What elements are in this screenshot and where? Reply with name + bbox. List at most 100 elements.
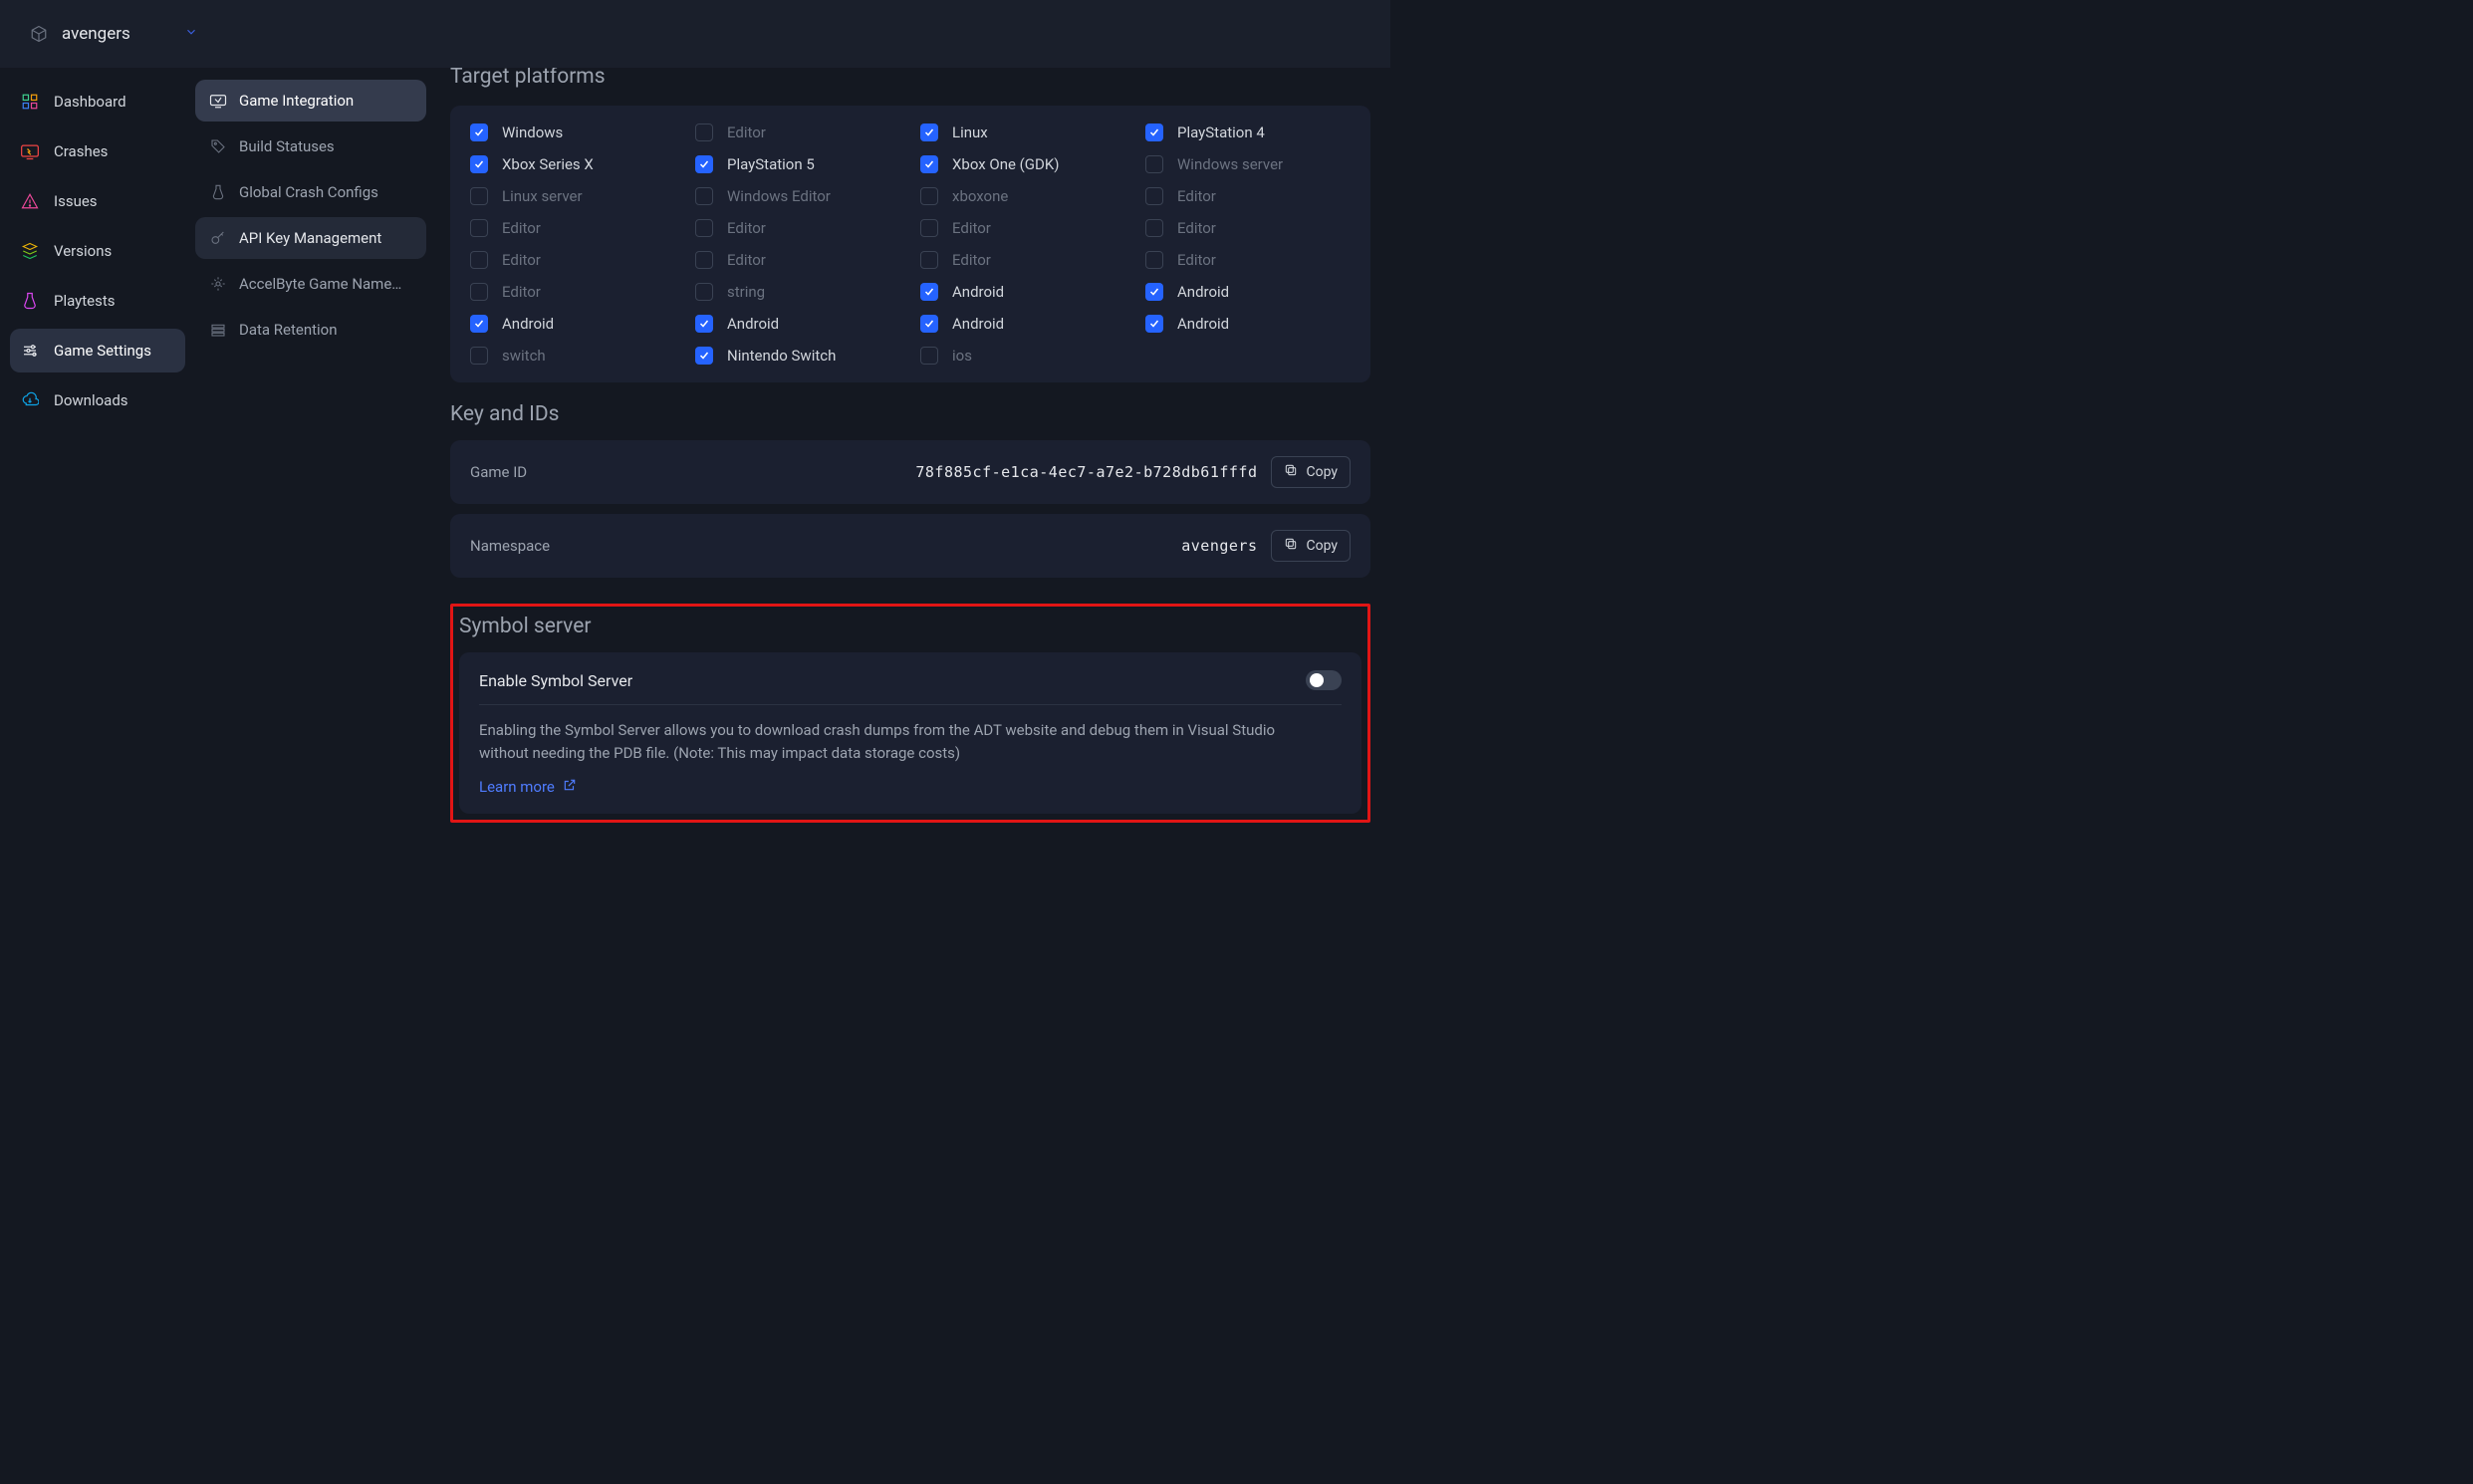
checkbox[interactable] [470,219,488,237]
checkbox[interactable] [920,124,938,141]
checkbox[interactable] [920,219,938,237]
platform-checkbox-row[interactable]: Android [920,315,1125,333]
checkbox[interactable] [470,187,488,205]
checkbox[interactable] [1145,155,1163,173]
checkbox[interactable] [695,219,713,237]
platform-checkbox-row[interactable]: Editor [695,219,900,237]
platform-label: Android [952,283,1004,301]
platform-checkbox-row[interactable]: PlayStation 5 [695,155,900,173]
sub-item-accelbyte[interactable]: AccelByte Game Name… [195,263,426,305]
platform-checkbox-row[interactable]: Linux [920,124,1125,141]
namespace-value: avengers [1181,537,1257,555]
checkbox[interactable] [470,251,488,269]
platform-label: switch [502,347,546,365]
game-id-value: 78f885cf-e1ca-4ec7-a7e2-b728db61fffd [915,463,1257,481]
checkbox[interactable] [695,124,713,141]
learn-more-link[interactable]: Learn more [479,778,1342,796]
game-id-label: Game ID [470,463,901,481]
sidebar-item-downloads[interactable]: Downloads [10,378,185,422]
sub-item-global-crash-configs[interactable]: Global Crash Configs [195,171,426,213]
platform-checkbox-row[interactable]: Nintendo Switch [695,347,900,365]
checkbox[interactable] [470,124,488,141]
platform-checkbox-row[interactable]: switch [470,347,675,365]
platform-checkbox-row[interactable]: Android [1145,315,1351,333]
chevron-down-icon[interactable] [184,25,198,43]
sidebar-item-dashboard[interactable]: Dashboard [10,80,185,124]
platform-label: Windows server [1177,155,1283,173]
copy-game-id-button[interactable]: Copy [1271,456,1351,488]
platform-checkbox-row[interactable]: Android [920,283,1125,301]
platform-checkbox-row[interactable]: Editor [470,251,675,269]
checkbox[interactable] [1145,219,1163,237]
platform-checkbox-row[interactable]: Editor [470,283,675,301]
sidebar-item-issues[interactable]: Issues [10,179,185,223]
platform-checkbox-row[interactable]: PlayStation 4 [1145,124,1351,141]
platform-checkbox-row[interactable]: xboxone [920,187,1125,205]
versions-icon [20,241,40,261]
project-name[interactable]: avengers [62,24,130,44]
checkbox[interactable] [695,187,713,205]
checkbox[interactable] [1145,124,1163,141]
copy-namespace-button[interactable]: Copy [1271,530,1351,562]
platform-checkbox-row[interactable]: Editor [1145,219,1351,237]
sub-item-data-retention[interactable]: Data Retention [195,309,426,351]
checkbox[interactable] [695,315,713,333]
section-title-symbol: Symbol server [459,615,1361,638]
checkbox[interactable] [920,283,938,301]
checkbox[interactable] [695,347,713,365]
checkbox[interactable] [695,283,713,301]
sidebar-item-label: Dashboard [54,93,126,111]
checkbox[interactable] [1145,251,1163,269]
platform-checkbox-row[interactable]: Android [1145,283,1351,301]
sidebar-item-label: Downloads [54,391,128,409]
issues-icon [20,191,40,211]
checkbox[interactable] [695,251,713,269]
platform-checkbox-row[interactable]: Editor [920,251,1125,269]
key-icon [209,229,227,247]
platform-label: Editor [502,219,541,237]
checkbox[interactable] [920,251,938,269]
checkbox[interactable] [470,283,488,301]
copy-label: Copy [1306,538,1338,554]
checkbox[interactable] [695,155,713,173]
platform-checkbox-row[interactable]: Android [470,315,675,333]
topbar: avengers [0,0,1390,68]
platform-checkbox-row[interactable]: Editor [695,124,900,141]
platform-checkbox-row[interactable]: Windows Editor [695,187,900,205]
platform-checkbox-row[interactable]: Editor [695,251,900,269]
checkbox[interactable] [1145,187,1163,205]
sidebar-item-versions[interactable]: Versions [10,229,185,273]
checkbox[interactable] [920,155,938,173]
sidebar-item-crashes[interactable]: Crashes [10,129,185,173]
platform-checkbox-row[interactable]: Editor [1145,187,1351,205]
platform-checkbox-row[interactable]: Xbox One (GDK) [920,155,1125,173]
sidebar-item-playtests[interactable]: Playtests [10,279,185,323]
platform-checkbox-row[interactable]: Editor [470,219,675,237]
sidebar-item-game-settings[interactable]: Game Settings [10,329,185,372]
platform-label: Editor [727,251,766,269]
platform-checkbox-row[interactable]: Linux server [470,187,675,205]
platform-checkbox-row[interactable]: Editor [1145,251,1351,269]
checkbox[interactable] [1145,283,1163,301]
platform-checkbox-row[interactable]: Windows server [1145,155,1351,173]
sub-item-api-key-management[interactable]: API Key Management [195,217,426,259]
platform-label: Windows [502,124,563,141]
checkbox[interactable] [470,155,488,173]
platform-checkbox-row[interactable]: ios [920,347,1125,365]
sidebar-item-label: Game Settings [54,342,151,360]
checkbox[interactable] [920,315,938,333]
platform-checkbox-row[interactable]: Windows [470,124,675,141]
checkbox[interactable] [470,315,488,333]
sub-item-game-integration[interactable]: Game Integration [195,80,426,122]
checkbox[interactable] [1145,315,1163,333]
platform-checkbox-row[interactable]: Xbox Series X [470,155,675,173]
enable-symbol-toggle[interactable] [1306,670,1342,690]
sub-item-label: Global Crash Configs [239,183,378,201]
platform-checkbox-row[interactable]: Editor [920,219,1125,237]
sub-item-build-statuses[interactable]: Build Statuses [195,125,426,167]
checkbox[interactable] [920,187,938,205]
platform-checkbox-row[interactable]: string [695,283,900,301]
checkbox[interactable] [470,347,488,365]
checkbox[interactable] [920,347,938,365]
platform-checkbox-row[interactable]: Android [695,315,900,333]
